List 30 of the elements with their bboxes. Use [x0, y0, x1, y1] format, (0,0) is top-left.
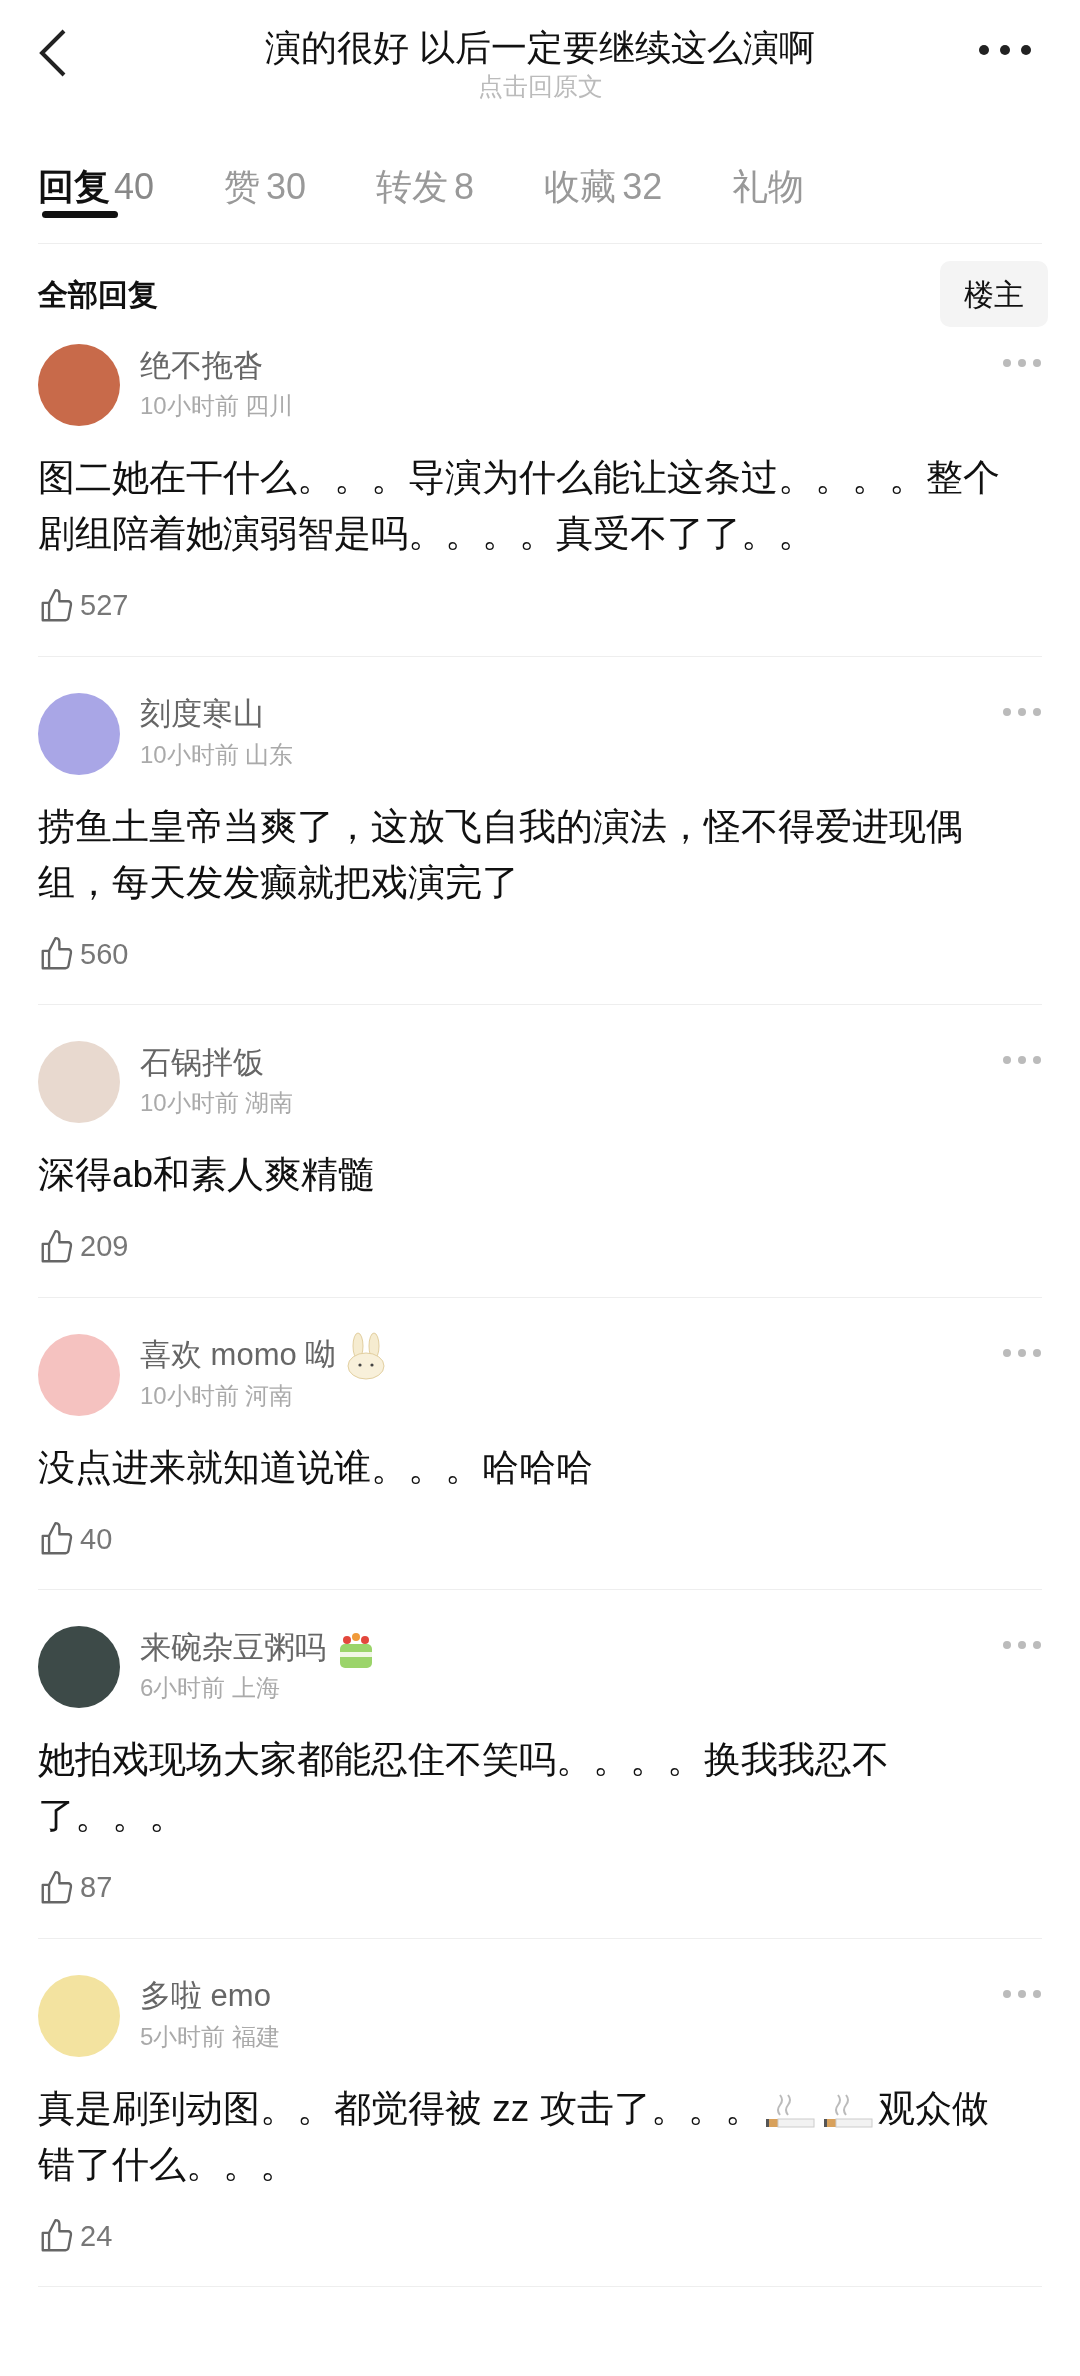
like-count: 527 [80, 588, 129, 623]
comment-meta: 5小时前 福建 [140, 2021, 281, 2052]
comment-meta: 10小时前 四川 [140, 391, 295, 421]
comment-text: 捞鱼土皇帝当爽了，这放飞自我的演法，怪不得爱进现偶组，每天发发癫就把戏演完了 [38, 804, 964, 905]
username[interactable]: 喜欢 momo 呦 [140, 1332, 337, 1379]
like-count: 24 [80, 2218, 113, 2254]
back-icon[interactable] [38, 28, 68, 78]
section-title: 全部回复 [38, 276, 158, 313]
comment-meta: 10小时前 湖南 [140, 1088, 295, 1118]
more-icon[interactable] [978, 44, 1032, 56]
like-count: 87 [80, 1870, 113, 1905]
comment-text: 真是刷到动图。。都觉得被 zz 攻击了。。。 观众做错了什么。。。 [38, 2086, 990, 2187]
username[interactable]: 刻度寒山 [140, 691, 264, 738]
like-count: 40 [80, 1521, 113, 1557]
username[interactable]: 来碗杂豆粥吗 [140, 1624, 326, 1672]
page-title: 演的很好 以后一定要继续这么演啊 [265, 26, 815, 70]
comment-text: 她拍戏现场大家都能忍住不笑吗。。。。换我我忍不了。。。 [38, 1738, 890, 1838]
comment-text: 没点进来就知道说谁。。。哈哈哈 [38, 1445, 594, 1490]
username[interactable]: 石锅拌饭 [140, 1039, 264, 1087]
comment-text: 深得ab和素人爽精髓 [38, 1153, 377, 1197]
username[interactable]: 多啦 emo [140, 1973, 271, 2020]
op-filter-button[interactable]: 楼主 [940, 261, 1048, 327]
comment-text: 图二她在干什么。。。导演为什么能让这条过。。。。整个剧组陪着她演弱智是吗。。。。真受不了了。。 [38, 456, 1001, 556]
comment-meta: 10小时前 河南 [140, 1380, 295, 1411]
tab[interactable]: 回复40 [38, 160, 155, 230]
like-count: 209 [80, 1229, 129, 1264]
like-count: 560 [80, 936, 129, 972]
username[interactable]: 绝不拖沓 [140, 342, 264, 390]
comment-meta: 10小时前 山东 [140, 739, 295, 770]
comment-meta: 6小时前 上海 [140, 1673, 281, 1703]
